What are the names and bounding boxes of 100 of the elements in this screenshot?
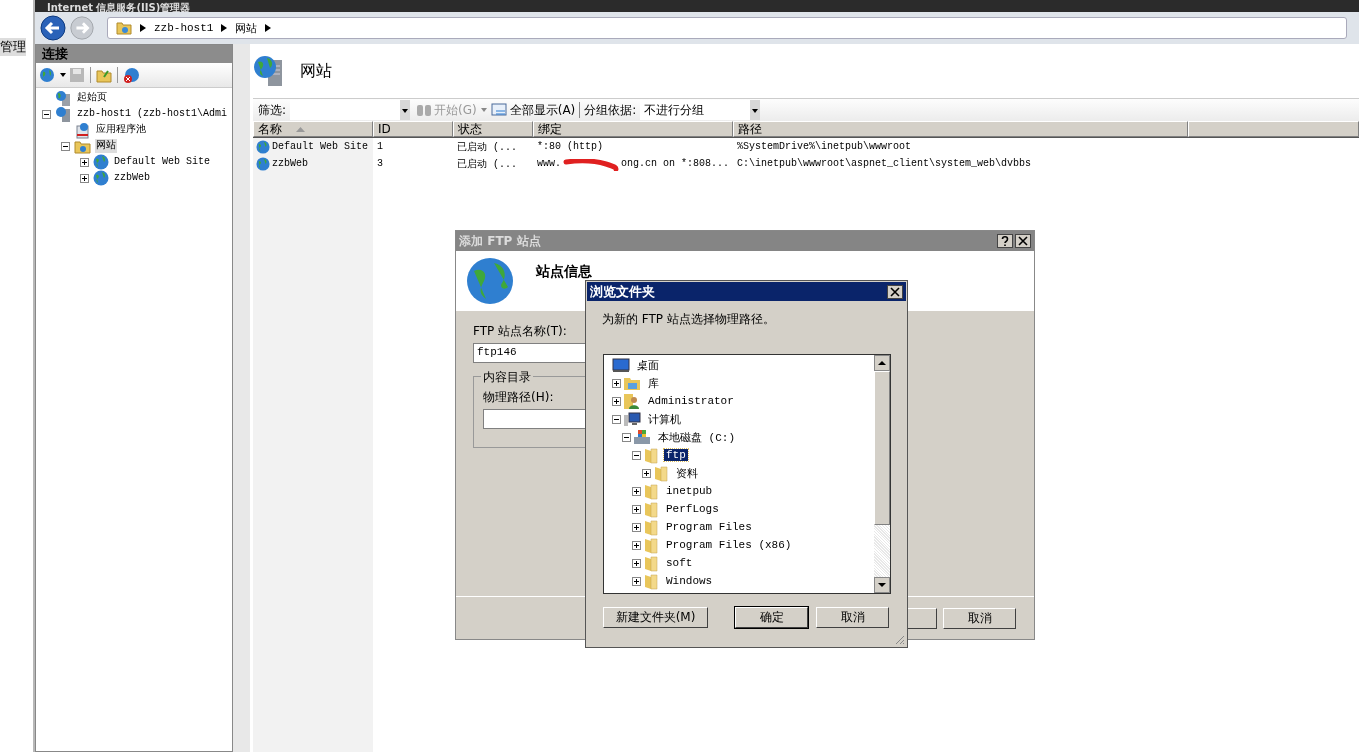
dialog-button[interactable]: 确定 bbox=[735, 607, 808, 628]
scroll-up-button[interactable] bbox=[874, 355, 890, 371]
user-folder-icon bbox=[623, 392, 641, 410]
resize-grip-icon bbox=[893, 633, 905, 645]
folder-icon bbox=[643, 572, 659, 590]
table-cell-text: 已启动 (... bbox=[457, 157, 517, 171]
column-header[interactable]: 名称 bbox=[253, 121, 373, 137]
server-icon bbox=[55, 105, 72, 123]
column-header[interactable] bbox=[1188, 121, 1359, 137]
tree-item[interactable]: 网站 bbox=[95, 139, 117, 153]
expander-icon[interactable] bbox=[612, 396, 621, 406]
tree-item[interactable]: 本地磁盘 (C:) bbox=[656, 429, 737, 445]
group-by-dropdown[interactable]: 不进行分组 bbox=[640, 100, 761, 120]
breadcrumb[interactable]: 网站 bbox=[235, 20, 258, 36]
monitor-icon bbox=[612, 357, 630, 373]
expander-icon[interactable] bbox=[80, 157, 89, 167]
group-by-label: 分组依据: bbox=[584, 101, 637, 119]
scrollbar[interactable] bbox=[874, 355, 890, 593]
filter-label: 筛选: bbox=[258, 101, 287, 119]
help-button[interactable] bbox=[997, 234, 1013, 248]
tree-item[interactable]: zzb-host1 (zzb-host1\Admi bbox=[76, 107, 229, 121]
cancel-button[interactable]: 取消 bbox=[943, 607, 1016, 629]
field-label: FTP 站点名称(T): bbox=[473, 323, 567, 340]
tree-item[interactable]: Administrator bbox=[646, 395, 736, 407]
tree-item[interactable]: Windows bbox=[664, 575, 715, 587]
tree-item[interactable]: 应用程序池 bbox=[95, 123, 147, 137]
globe-icon bbox=[93, 170, 109, 186]
caret-icon[interactable] bbox=[60, 73, 66, 77]
tree-item[interactable]: Default Web Site bbox=[113, 155, 211, 169]
instruction-text: 为新的 FTP 站点选择物理路径。 bbox=[602, 311, 776, 328]
tree-item[interactable]: 计算机 bbox=[646, 411, 683, 427]
tree-item[interactable]: 起始页 bbox=[76, 91, 108, 105]
tree-item[interactable]: soft bbox=[664, 557, 695, 569]
address-bar[interactable]: zzb-host1 网站 bbox=[107, 17, 1347, 39]
expander-icon[interactable] bbox=[632, 540, 641, 550]
filter-field[interactable] bbox=[290, 100, 411, 120]
expander-icon[interactable] bbox=[632, 522, 641, 532]
page-title: 网站 bbox=[300, 60, 332, 82]
window-label: 管理 bbox=[0, 38, 26, 56]
tree-item[interactable]: 资料 bbox=[674, 465, 700, 481]
tree-item[interactable]: 库 bbox=[646, 375, 661, 391]
close-button[interactable] bbox=[1015, 234, 1031, 248]
expander-icon[interactable] bbox=[632, 450, 641, 460]
show-all-button[interactable]: 全部显示(A) bbox=[490, 101, 576, 119]
group-title: 内容目录 bbox=[481, 369, 533, 386]
folder-icon bbox=[643, 518, 659, 536]
column-header[interactable]: 状态 bbox=[453, 121, 533, 137]
expander-icon[interactable] bbox=[632, 486, 641, 496]
close-button[interactable] bbox=[887, 284, 903, 299]
disconnect-icon[interactable] bbox=[123, 66, 140, 84]
expander-icon[interactable] bbox=[622, 432, 631, 442]
globe-icon bbox=[256, 156, 270, 171]
expander-icon[interactable] bbox=[632, 504, 641, 514]
expander-icon[interactable] bbox=[612, 414, 621, 424]
expander-icon[interactable] bbox=[632, 558, 641, 568]
tree-item[interactable]: zzbWeb bbox=[113, 171, 151, 185]
tree-item[interactable]: Program Files (x86) bbox=[664, 539, 794, 551]
dialog-button[interactable]: 取消 bbox=[816, 607, 889, 628]
expander-icon[interactable] bbox=[80, 173, 89, 183]
table-cell[interactable]: zzbWeb bbox=[272, 158, 308, 169]
expander-icon[interactable] bbox=[61, 141, 70, 151]
globe-icon bbox=[93, 154, 109, 170]
table-cell[interactable]: Default Web Site bbox=[272, 141, 368, 152]
tree-item[interactable]: inetpub bbox=[664, 485, 715, 497]
dialog-button[interactable]: 新建文件夹(M) bbox=[603, 607, 708, 628]
chevron-icon bbox=[221, 24, 228, 32]
tree-item[interactable]: ftp bbox=[664, 449, 688, 461]
folder-icon bbox=[643, 500, 659, 518]
expander-icon[interactable] bbox=[642, 468, 651, 478]
folder-icon bbox=[643, 554, 659, 572]
breadcrumb[interactable]: zzb-host1 bbox=[154, 22, 214, 34]
globe-icon[interactable] bbox=[39, 67, 57, 83]
expander-icon[interactable] bbox=[42, 109, 51, 119]
table-cell: *:80 (http) bbox=[537, 141, 603, 152]
dropdown-icon[interactable] bbox=[750, 100, 761, 120]
expander-icon[interactable] bbox=[612, 378, 621, 388]
table-cell-text: 已启动 (... bbox=[457, 140, 517, 154]
app-pool-icon bbox=[74, 121, 91, 139]
table-cell: www. ong.cn on *:808... bbox=[537, 158, 730, 169]
table-cell: 1 bbox=[377, 141, 383, 152]
folder-icon bbox=[643, 536, 659, 554]
expander-icon[interactable] bbox=[632, 576, 641, 586]
folder-icon bbox=[623, 375, 641, 391]
tree-item[interactable]: Program Files bbox=[664, 521, 754, 533]
binoculars-icon bbox=[416, 103, 433, 117]
column-header[interactable]: 绑定 bbox=[533, 121, 733, 137]
column-header[interactable]: 路径 bbox=[733, 121, 1188, 137]
back-button[interactable] bbox=[39, 14, 67, 42]
tree-item[interactable]: PerfLogs bbox=[664, 503, 721, 515]
drive-icon bbox=[633, 429, 651, 445]
dialog-title: 浏览文件夹 bbox=[590, 282, 655, 301]
folder-icon[interactable] bbox=[96, 67, 112, 83]
scroll-thumb[interactable] bbox=[874, 371, 890, 525]
field-label: 物理路径(H): bbox=[483, 389, 554, 406]
column-header[interactable]: ID bbox=[373, 121, 453, 137]
dropdown-icon[interactable] bbox=[400, 100, 411, 120]
list-icon bbox=[490, 102, 508, 118]
scroll-down-button[interactable] bbox=[874, 577, 890, 593]
dialog-heading: 站点信息 bbox=[536, 263, 592, 281]
tree-item[interactable]: 桌面 bbox=[635, 357, 661, 373]
